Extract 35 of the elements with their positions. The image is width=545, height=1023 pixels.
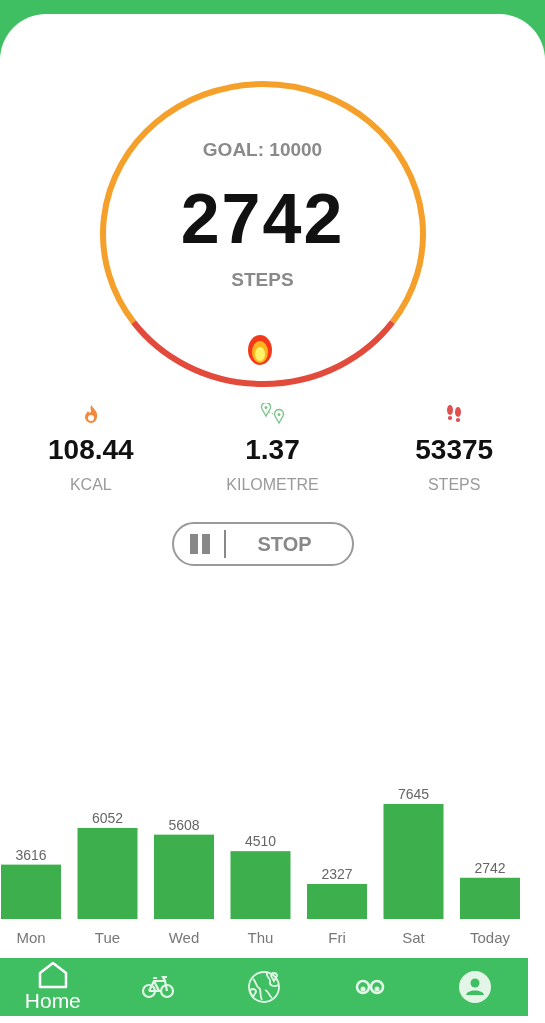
chart-bar bbox=[230, 851, 291, 919]
bar-value: 6052 bbox=[91, 809, 124, 826]
day-label: Wed bbox=[168, 929, 200, 946]
day-label: Tue bbox=[94, 929, 121, 946]
day-label: Sat bbox=[402, 929, 425, 946]
bar-value: 5608 bbox=[168, 816, 200, 833]
stat-value: 108.44 bbox=[48, 434, 134, 466]
steps-unit: STEPS bbox=[231, 269, 294, 291]
profile-icon bbox=[458, 970, 493, 1004]
stat-label: STEPS bbox=[427, 476, 481, 494]
globe-icon bbox=[247, 970, 281, 1004]
day-label: Fri bbox=[328, 929, 346, 946]
pause-icon bbox=[189, 534, 210, 554]
map-pins-icon bbox=[258, 403, 287, 425]
stat-value: 53375 bbox=[415, 434, 494, 466]
step-count: 2742 bbox=[180, 179, 345, 259]
binoculars-icon bbox=[354, 978, 385, 996]
chart-bar bbox=[460, 877, 520, 919]
bar-value: 4510 bbox=[244, 833, 277, 850]
chart-bar bbox=[1, 864, 61, 919]
day-label: Today bbox=[470, 929, 510, 946]
day-label: Mon bbox=[16, 929, 46, 946]
bicycle-icon bbox=[141, 975, 176, 999]
stat-value: 1.37 bbox=[245, 434, 300, 466]
bar-value: 3616 bbox=[15, 846, 47, 863]
goal-label: GOAL: 10000 bbox=[202, 139, 323, 161]
bar-value: 2742 bbox=[474, 859, 506, 876]
chart-bar bbox=[307, 884, 367, 919]
stat-label: KCAL bbox=[69, 476, 112, 494]
bar-value: 7645 bbox=[397, 787, 430, 802]
stop-button[interactable]: STOP bbox=[171, 522, 354, 566]
bar-value: 2327 bbox=[321, 866, 353, 882]
day-label: Thu bbox=[247, 929, 274, 946]
home-icon bbox=[36, 961, 69, 989]
stat-label: KILOMETRE bbox=[226, 476, 319, 494]
